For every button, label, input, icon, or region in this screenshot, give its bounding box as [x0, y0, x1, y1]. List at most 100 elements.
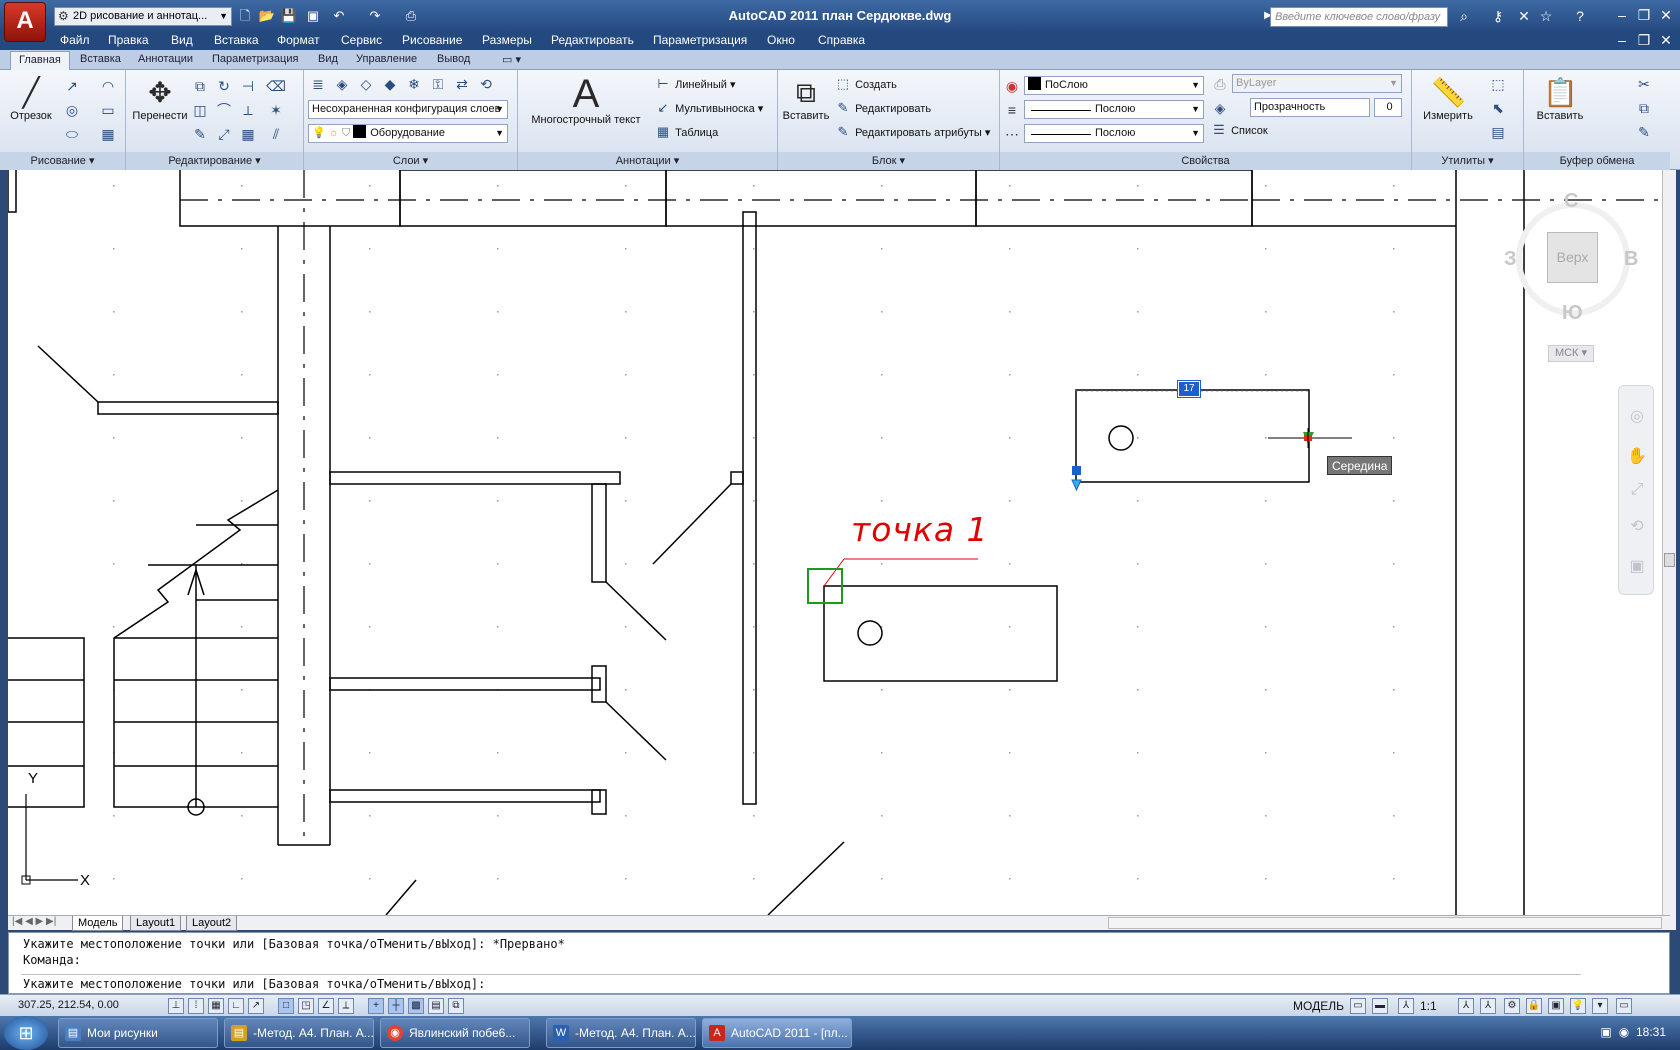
steering-wheel-icon[interactable]: ◎	[1627, 406, 1647, 426]
compass-west[interactable]: З	[1504, 248, 1517, 271]
clean-screen-icon[interactable]: ▭	[1616, 998, 1632, 1014]
lineweight-toggle-icon[interactable]: ┼	[388, 998, 404, 1014]
lineweight-combo[interactable]: Послою ▼	[1024, 100, 1204, 119]
menu-edit[interactable]: Правка	[108, 33, 149, 47]
menu-insert[interactable]: Вставка	[214, 33, 259, 47]
quick-view-layouts-icon[interactable]: ▭	[1350, 998, 1366, 1014]
start-button[interactable]: ⊞	[4, 1016, 48, 1050]
tab-annotate[interactable]: Аннотации	[138, 53, 193, 65]
transparency-field[interactable]: Прозрачность	[1250, 98, 1370, 117]
command-prompt[interactable]: Укажите местоположение точки или [Базова…	[23, 977, 485, 991]
network-icon[interactable]: ▣	[1598, 1025, 1614, 1041]
compass-east[interactable]: В	[1624, 248, 1638, 271]
task-my-pictures[interactable]: ▤ Мои рисунки	[58, 1018, 218, 1048]
tab-layout1[interactable]: Layout1	[130, 916, 182, 931]
model-space-toggle[interactable]: МОДЕЛЬ	[1293, 999, 1344, 1013]
doc-minimize-icon[interactable]: –	[1612, 30, 1632, 50]
selection-cycling-icon[interactable]: ⧉	[448, 998, 464, 1014]
layer-lock-icon[interactable]: ⚿	[428, 74, 448, 94]
menu-tools[interactable]: Сервис	[341, 33, 382, 47]
doc-restore-icon[interactable]: ❐	[1634, 30, 1654, 50]
object-snap-tracking-icon[interactable]: ∠	[318, 998, 334, 1014]
panel-title-layers[interactable]: Слои ▾	[304, 152, 517, 170]
cut-icon[interactable]: ✂	[1634, 74, 1654, 94]
layer-prev-icon[interactable]: ⟲	[476, 74, 496, 94]
erase-icon[interactable]: ⌫	[266, 76, 286, 96]
calculator-icon[interactable]: ▤	[1488, 122, 1508, 142]
volume-icon[interactable]: ◉	[1616, 1025, 1632, 1041]
star-icon[interactable]: ☆	[1536, 6, 1556, 26]
trim-icon[interactable]: ⊣	[238, 76, 258, 96]
polyline-icon[interactable]: ↗	[62, 76, 82, 96]
ribbon-minimize-icon[interactable]: ▭ ▾	[502, 53, 521, 66]
plotstyle-icon[interactable]: ⎙	[1210, 74, 1230, 94]
drawing-canvas[interactable]: точка 1 17 Середина Y X	[8, 170, 1670, 915]
redo-icon[interactable]: ↷	[366, 7, 384, 25]
quick-view-drawings-icon[interactable]: ▬	[1372, 998, 1388, 1014]
print-icon[interactable]: ⎙	[402, 7, 420, 25]
orbit-icon[interactable]: ⟲	[1627, 516, 1647, 536]
linetype-icon[interactable]: ⋯	[1002, 124, 1022, 144]
coordinates-readout[interactable]: 307.25, 212.54, 0.00	[18, 999, 119, 1011]
edit-block-button[interactable]: ✎ Редактировать	[834, 100, 932, 116]
menu-modify[interactable]: Редактировать	[551, 33, 634, 47]
infer-constraints-icon[interactable]: ⊥	[168, 998, 184, 1014]
menu-parametric[interactable]: Параметризация	[653, 33, 747, 47]
arc-icon[interactable]: ◠	[98, 76, 118, 96]
compass-south[interactable]: Ю	[1562, 302, 1583, 325]
layer-match-icon[interactable]: ⇄	[452, 74, 472, 94]
mtext-button[interactable]: A Многострочный текст	[528, 74, 644, 126]
save-icon[interactable]: 💾	[280, 7, 298, 25]
array-icon[interactable]: ▦	[238, 124, 258, 144]
tab-home[interactable]: Главная	[10, 51, 70, 70]
insert-block-button[interactable]: ⧉ Вставить	[782, 76, 830, 122]
vertical-scrollbar[interactable]	[1662, 170, 1676, 930]
compass-north[interactable]: С	[1564, 190, 1578, 213]
list-button[interactable]: ☰ Список	[1210, 122, 1268, 138]
help-icon[interactable]: ?	[1570, 6, 1590, 26]
multileader-button[interactable]: ↙ Мультивыноска ▾	[654, 100, 764, 116]
quick-select-icon[interactable]: ⬚	[1488, 74, 1508, 94]
annotation-scale-icon[interactable]: ⅄	[1398, 998, 1414, 1014]
copy-clip-icon[interactable]: ⧉	[1634, 98, 1654, 118]
menu-view[interactable]: Вид	[171, 33, 193, 47]
allow-ucs-icon[interactable]: ⟂	[338, 998, 354, 1014]
exchange-icon[interactable]: ✕	[1514, 6, 1534, 26]
layer-freeze-icon[interactable]: ❄	[404, 74, 424, 94]
polar-tracking-icon[interactable]: ↗	[248, 998, 264, 1014]
hardware-accel-icon[interactable]: ▣	[1548, 998, 1564, 1014]
plotstyle-combo[interactable]: ByLayer ▼	[1232, 74, 1402, 93]
create-block-button[interactable]: ⬚ Создать	[834, 76, 897, 92]
panel-title-properties[interactable]: Свойства	[1000, 152, 1411, 170]
doc-close-icon[interactable]: ✕	[1656, 30, 1676, 50]
ucs-menu[interactable]: МСК ▾	[1548, 345, 1594, 362]
tab-nav-arrows[interactable]: |◀ ◀ ▶ ▶|	[12, 916, 56, 927]
select-all-icon[interactable]: ⬉	[1488, 98, 1508, 118]
new-file-icon[interactable]: 🗋	[236, 7, 254, 25]
annotation-visibility-icon[interactable]: ⅄	[1458, 998, 1474, 1014]
linear-dim-button[interactable]: ⊢ Линейный ▾	[654, 76, 735, 92]
viewcube-top-face[interactable]: Верх	[1547, 232, 1598, 283]
hatch-icon[interactable]: ▦	[98, 124, 118, 144]
rectangle-icon[interactable]: ▭	[98, 100, 118, 120]
layer-properties-icon[interactable]: ≣	[308, 74, 328, 94]
task-word-doc-2[interactable]: W -Метод. А4. План. А...	[546, 1018, 696, 1048]
dimension-grip-value[interactable]: 17	[1177, 380, 1201, 398]
menu-window[interactable]: Окно	[767, 33, 795, 47]
quick-properties-icon[interactable]: ▤	[428, 998, 444, 1014]
transparency-toggle-icon[interactable]: ▩	[408, 998, 424, 1014]
annotation-scale-value[interactable]: 1:1	[1420, 999, 1437, 1013]
search-input[interactable]: Введите ключевое слово/фразу	[1270, 7, 1448, 27]
tab-view[interactable]: Вид	[318, 53, 338, 65]
menu-file[interactable]: Файл	[60, 33, 90, 47]
auto-scale-icon[interactable]: ⅄	[1480, 998, 1496, 1014]
offset-icon[interactable]: ⫽	[266, 124, 286, 144]
application-menu-button[interactable]: A	[4, 2, 46, 42]
brush-icon[interactable]: ✎	[190, 124, 210, 144]
lineweight-icon[interactable]: ≡	[1002, 100, 1022, 120]
transparency-icon[interactable]: ◈	[1210, 98, 1230, 118]
panel-title-block[interactable]: Блок ▾	[778, 152, 999, 170]
panel-title-draw[interactable]: Рисование ▾	[0, 152, 125, 170]
dynamic-input-icon[interactable]: +	[368, 998, 384, 1014]
open-file-icon[interactable]: 📂	[258, 7, 276, 25]
